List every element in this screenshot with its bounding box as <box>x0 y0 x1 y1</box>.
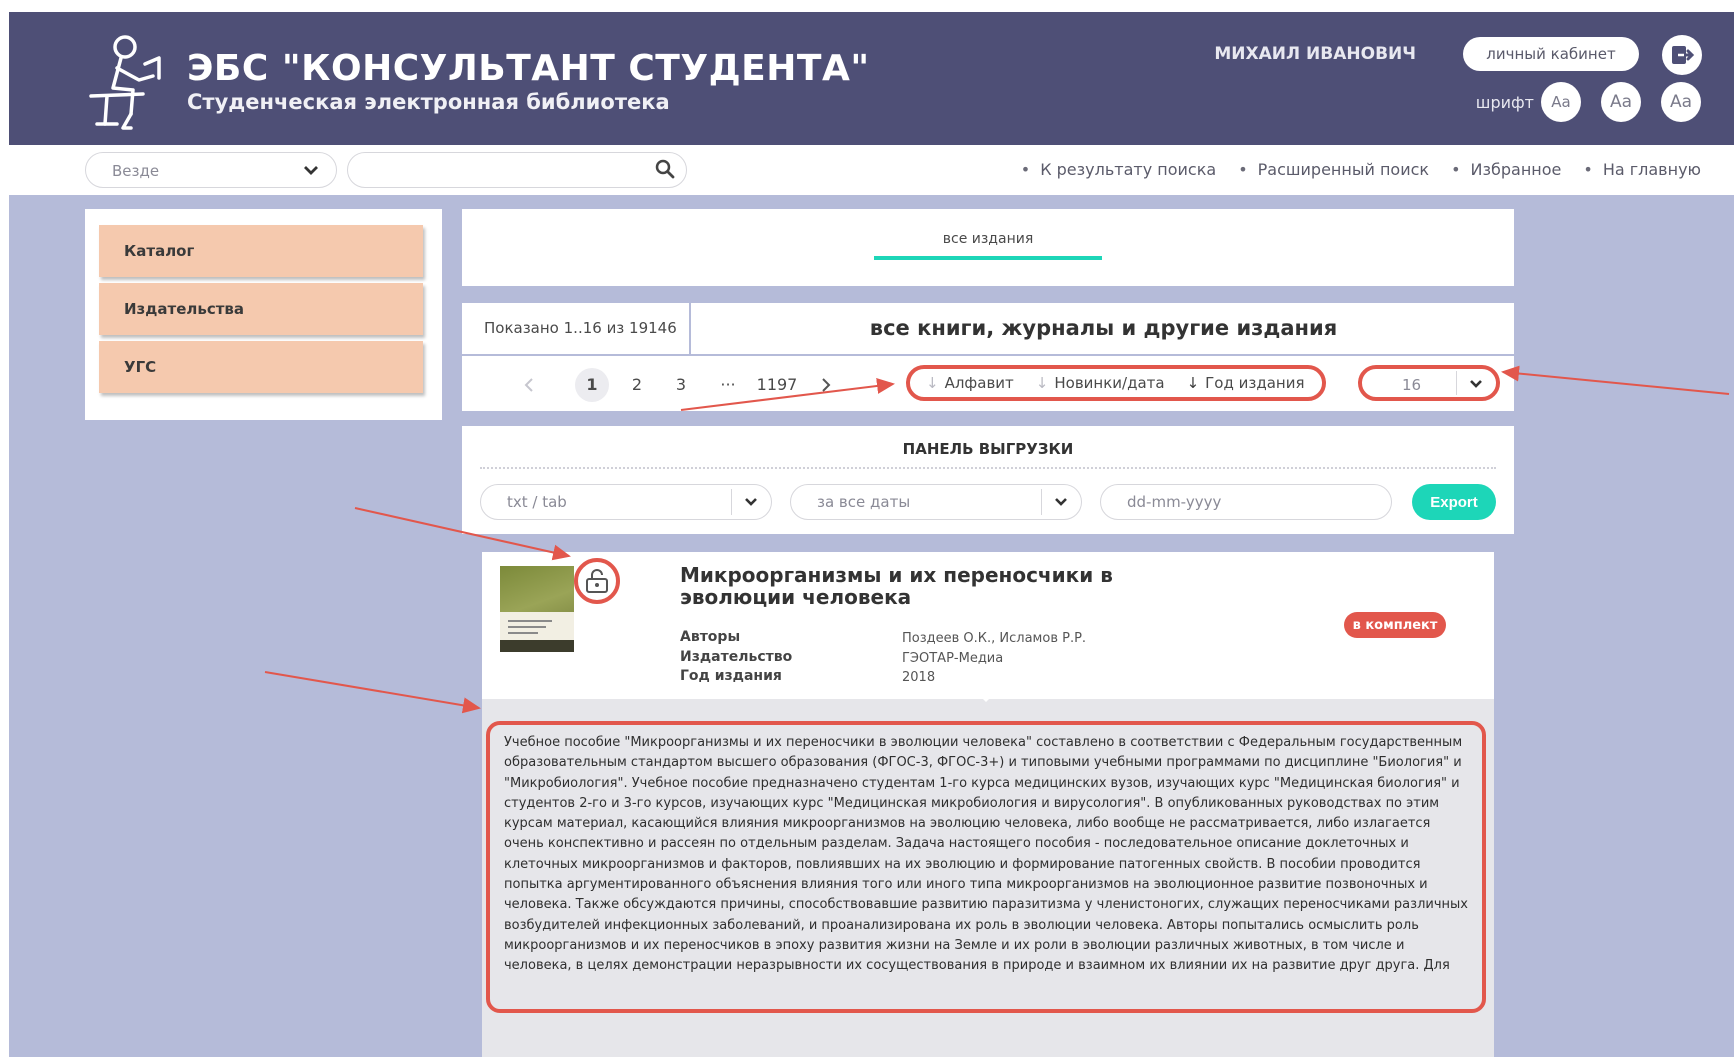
authors-value: Поздеев О.К., Исламов Р.Р. <box>902 631 1087 646</box>
chevron-down-icon <box>1470 380 1482 388</box>
annotation-arrow-per-page <box>1501 365 1730 395</box>
export-date-input[interactable]: dd-mm-yyyy <box>1100 484 1392 520</box>
book-card: Микроорганизмы и их переносчики в эволюц… <box>482 552 1494 1057</box>
nav-link-advanced-search[interactable]: Расширенный поиск <box>1238 160 1429 179</box>
book-title[interactable]: Микроорганизмы и их переносчики в эволюц… <box>680 564 1140 608</box>
site-header: ЭБС "КОНСУЛЬТАНТ СТУДЕНТА" Студенческая … <box>9 12 1734 145</box>
top-navigation: К результату поиска Расширенный поиск Из… <box>1021 160 1701 179</box>
sort-alphabet[interactable]: ↓ Алфавит <box>926 374 1014 392</box>
chevron-down-icon <box>304 166 318 175</box>
export-date-placeholder: dd-mm-yyyy <box>1127 493 1222 511</box>
sort-year-label: Год издания <box>1205 374 1305 392</box>
user-name[interactable]: МИХАИЛ ИВАНОВИЧ <box>1214 44 1416 64</box>
sort-options: ↓ Алфавит ↓ Новинки/дата ↓ Год издания <box>906 365 1326 401</box>
chevron-down-icon <box>745 498 757 506</box>
sidebar-item-catalog[interactable]: Каталог <box>99 225 423 277</box>
active-tab-indicator <box>874 256 1102 260</box>
search-scope-value: Везде <box>112 162 160 180</box>
dotted-divider <box>480 467 1496 469</box>
open-lock-icon <box>586 569 608 593</box>
sort-newest[interactable]: ↓ Новинки/дата <box>1036 374 1165 392</box>
font-size-medium-button[interactable]: Aa <box>1601 82 1641 122</box>
select-divider <box>1456 371 1457 395</box>
select-divider <box>731 489 732 515</box>
arrow-down-icon: ↓ <box>926 374 939 392</box>
annotation-arrow-description <box>264 671 481 714</box>
logout-icon <box>1672 46 1695 64</box>
per-page-value: 16 <box>1402 376 1422 394</box>
pagination-row: 1 2 3 ··· 1197 ↓ Алфавит ↓ Новинки/дата ↓ Г… <box>462 356 1514 411</box>
student-at-desk-icon[interactable] <box>87 32 169 132</box>
export-panel: ПАНЕЛЬ ВЫГРУЗКИ txt / tab за все даты dd… <box>462 426 1514 534</box>
description-pointer <box>974 690 998 702</box>
results-count: Показано 1..16 из 19146 <box>462 303 691 354</box>
nav-link-home[interactable]: На главную <box>1583 160 1701 179</box>
nav-link-favorites[interactable]: Избранное <box>1451 160 1562 179</box>
next-page-icon[interactable] <box>819 378 833 392</box>
page-link-3[interactable]: 3 <box>664 368 698 402</box>
page-link-1[interactable]: 1 <box>575 368 609 402</box>
results-title: все книги, журналы и другие издания <box>869 316 1338 340</box>
personal-cabinet-button[interactable]: личный кабинет <box>1463 37 1639 71</box>
year-label: Год издания <box>680 668 782 684</box>
export-format-value: txt / tab <box>507 493 567 511</box>
search-input[interactable] <box>347 152 687 188</box>
page-link-last[interactable]: 1197 <box>754 368 800 402</box>
export-period-value: за все даты <box>817 493 911 511</box>
font-size-large-button[interactable]: Aa <box>1661 82 1701 122</box>
export-format-select[interactable]: txt / tab <box>480 484 772 520</box>
app-window: ЭБС "КОНСУЛЬТАНТ СТУДЕНТА" Студенческая … <box>9 12 1734 1057</box>
tabs-panel: все издания <box>462 209 1514 286</box>
sidebar-item-publishers[interactable]: Издательства <box>99 283 423 335</box>
export-panel-title: ПАНЕЛЬ ВЫГРУЗКИ <box>902 440 1074 458</box>
logout-button[interactable] <box>1662 35 1702 75</box>
select-divider <box>1041 489 1042 515</box>
chevron-down-icon <box>1055 498 1067 506</box>
prev-page-icon[interactable] <box>522 378 536 392</box>
site-subtitle: Студенческая электронная библиотека <box>187 90 670 114</box>
per-page-select[interactable]: 16 <box>1358 365 1500 401</box>
add-to-kit-badge[interactable]: в комплект <box>1344 612 1446 638</box>
page-link-2[interactable]: 2 <box>620 368 654 402</box>
authors-label: Авторы <box>680 629 741 645</box>
sort-alphabet-label: Алфавит <box>944 374 1014 392</box>
search-icon[interactable] <box>655 159 675 179</box>
site-title: ЭБС "КОНСУЛЬТАНТ СТУДЕНТА" <box>187 48 870 89</box>
export-period-select[interactable]: за все даты <box>790 484 1082 520</box>
arrow-down-icon: ↓ <box>1186 374 1200 392</box>
sort-newest-label: Новинки/дата <box>1054 374 1165 392</box>
publisher-value: ГЭОТАР-Медиа <box>902 651 1004 666</box>
sort-year[interactable]: ↓ Год издания <box>1187 374 1305 392</box>
page-ellipsis: ··· <box>720 375 736 394</box>
font-size-label: шрифт <box>1475 93 1534 112</box>
results-header: Показано 1..16 из 19146 все книги, журна… <box>462 303 1514 354</box>
font-size-small-button[interactable]: Aa <box>1541 82 1581 122</box>
sidebar: Каталог Издательства УГС <box>85 209 442 420</box>
publisher-label: Издательство <box>680 649 793 665</box>
year-value: 2018 <box>902 670 936 685</box>
arrow-down-icon: ↓ <box>1035 374 1049 392</box>
export-button[interactable]: Export <box>1412 484 1496 520</box>
search-scope-select[interactable]: Везде <box>85 152 337 188</box>
access-lock-marker[interactable] <box>574 558 620 604</box>
book-cover-footer <box>500 640 574 652</box>
nav-link-back-to-results[interactable]: К результату поиска <box>1021 160 1216 179</box>
sidebar-item-ugs[interactable]: УГС <box>99 341 423 393</box>
book-description: Учебное пособие "Микроорганизмы и их пер… <box>486 721 1486 1013</box>
search-bar: Везде К результату поиска Расширенный по… <box>9 145 1734 195</box>
